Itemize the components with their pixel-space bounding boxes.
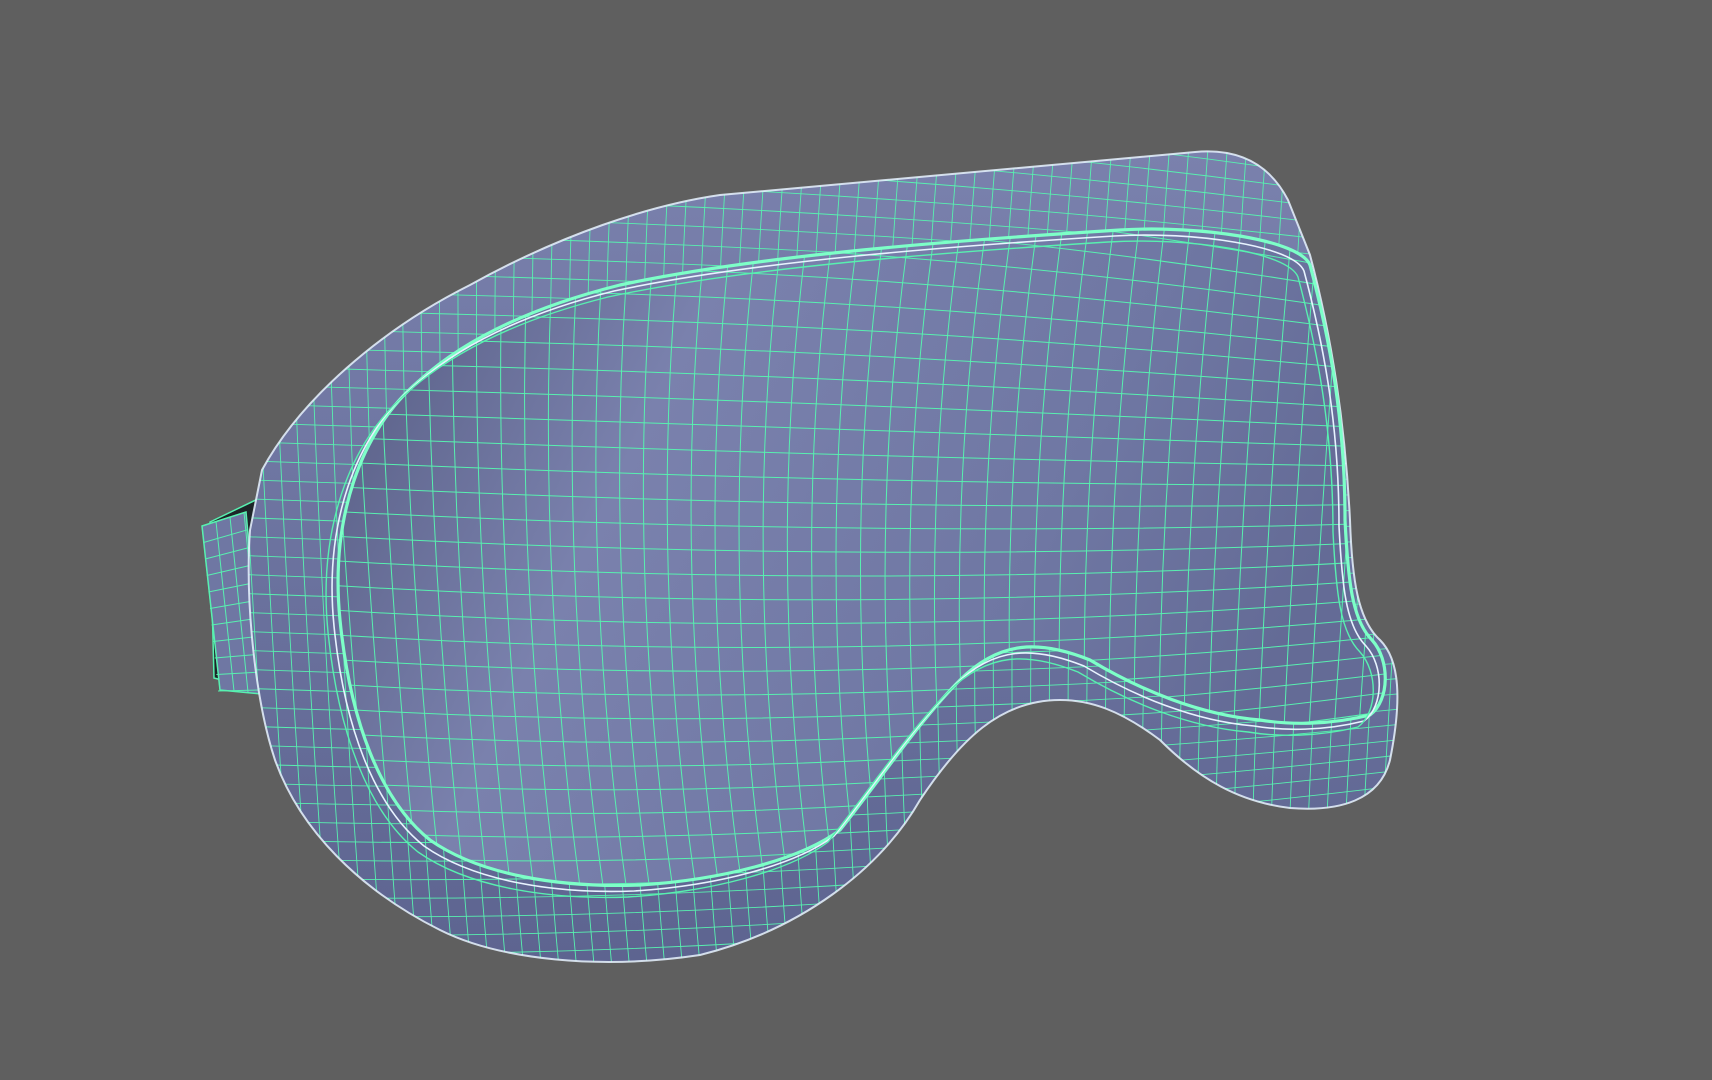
3d-viewport[interactable]: [0, 0, 1712, 1080]
mesh-edge-vertical: [1354, 151, 1398, 962]
mesh-edge-vertical: [1371, 151, 1398, 962]
mesh-edge-vertical: [1389, 151, 1398, 962]
mesh-edge-horizontal: [248, 919, 1398, 962]
mesh-edge-horizontal: [248, 904, 1398, 962]
mesh-edge-vertical: [1369, 229, 1386, 886]
goggles-model[interactable]: [0, 0, 1712, 1080]
